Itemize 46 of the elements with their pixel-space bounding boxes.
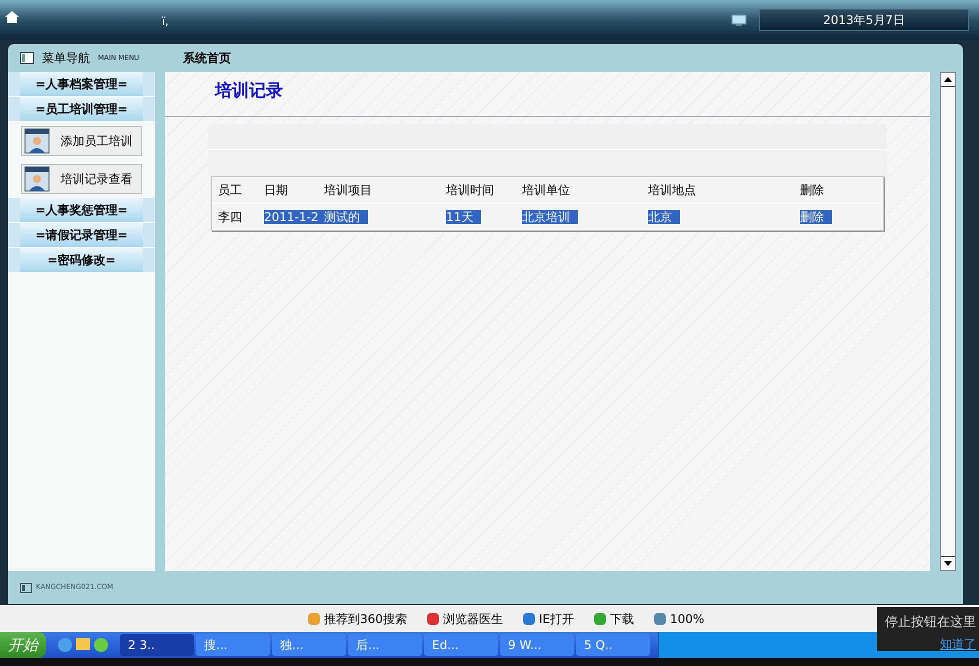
table-cell: 北京培训: [522, 210, 578, 224]
menu-link-button[interactable]: 添加员工培训: [21, 126, 142, 156]
menu-group-button[interactable]: =员工培训管理=: [8, 97, 155, 121]
menu-group-button[interactable]: =请假记录管理=: [8, 223, 155, 247]
menu-group-button[interactable]: =密码修改=: [8, 248, 155, 272]
table-cell: 测试的: [324, 210, 368, 224]
home-icon[interactable]: [4, 10, 20, 24]
menu-icon: [20, 52, 34, 64]
sidebar-title: 菜单导航: [42, 50, 90, 67]
marquee-text: ï,: [162, 14, 169, 30]
scrollbar[interactable]: [940, 72, 956, 571]
taskbar-button[interactable]: 2 3..: [120, 634, 194, 656]
column-header: 培训地点: [647, 182, 697, 199]
column-header: 员工: [217, 182, 243, 199]
taskbar-button[interactable]: 5 Q..: [576, 634, 650, 656]
status-bar-button[interactable]: 浏览器医生: [426, 610, 503, 628]
taskbar-button[interactable]: 搜...: [196, 634, 270, 656]
table-cell: 北京: [648, 210, 680, 224]
column-header: 培训单位: [521, 182, 571, 199]
user-icon: [24, 166, 50, 192]
column-header: 培训项目: [323, 182, 373, 199]
taskbar-button[interactable]: Ed...: [424, 634, 498, 656]
tooltip-link[interactable]: 知道了: [940, 634, 976, 652]
column-header: 删除: [799, 182, 825, 199]
table-cell: 李四: [218, 210, 242, 224]
monitor-icon: [731, 14, 747, 26]
tooltip-text: 停止按钮在这里: [885, 614, 976, 632]
table-cell: 删除: [800, 210, 832, 224]
taskbar-button[interactable]: 后...: [348, 634, 422, 656]
date-display: 2013年5月7日: [759, 9, 969, 31]
status-bar-button[interactable]: 推荐到360搜索: [308, 610, 407, 628]
status-bar-button[interactable]: 100%: [654, 610, 704, 628]
table-cell: 11天: [446, 210, 482, 224]
taskbar-button[interactable]: 9 W...: [500, 634, 574, 656]
user-icon: [24, 128, 50, 154]
menu-group-button[interactable]: =人事档案管理=: [8, 72, 155, 96]
breadcrumb: 系统首页: [183, 50, 231, 67]
taskbar-button[interactable]: 独...: [272, 634, 346, 656]
column-header: 日期: [263, 182, 289, 199]
menu-link-button[interactable]: 培训记录查看: [21, 164, 142, 194]
logo-icon: [20, 582, 32, 592]
column-header: 培训时间: [445, 182, 495, 199]
status-bar-button[interactable]: 下载: [594, 610, 634, 628]
status-bar-button[interactable]: IE打开: [522, 610, 574, 628]
menu-group-button[interactable]: =人事奖惩管理=: [8, 198, 155, 222]
page-title: 培训记录: [215, 80, 283, 104]
